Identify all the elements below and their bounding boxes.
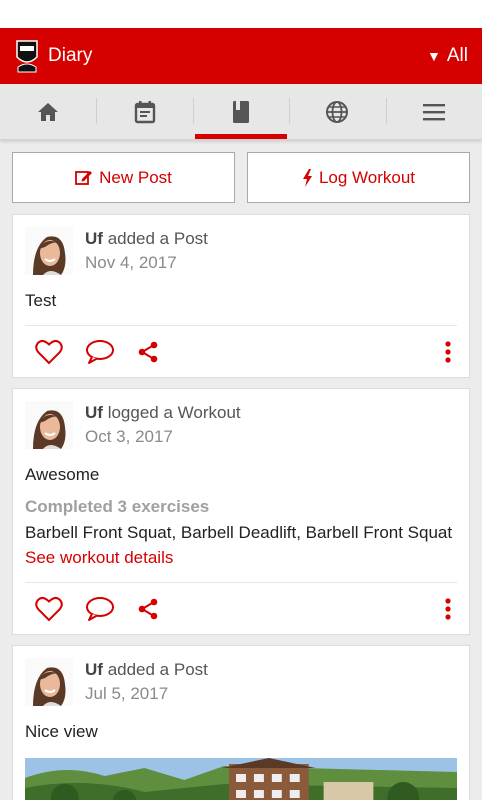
post-photo[interactable] <box>25 758 457 800</box>
feed-card: Uf logged a Workout Oct 3, 2017 Awesome … <box>12 388 470 635</box>
workout-details-link[interactable]: See workout details <box>25 548 457 568</box>
app-logo <box>14 37 40 75</box>
app-title: Diary <box>48 45 93 66</box>
more-options-button[interactable] <box>445 597 451 620</box>
like-button[interactable] <box>35 596 63 622</box>
log-workout-label: Log Workout <box>318 167 416 187</box>
like-button[interactable] <box>35 339 63 365</box>
exercises-list: Barbell Front Squat, Barbell Deadlift, B… <box>25 523 453 542</box>
post-action: logged a Workout <box>107 403 241 422</box>
post-author[interactable]: Uf <box>85 403 103 422</box>
post-author[interactable]: Uf <box>85 660 103 679</box>
triangle-down-icon: ▼ <box>427 48 441 64</box>
comment-button[interactable] <box>85 596 115 622</box>
log-workout-button[interactable]: Log Workout <box>247 152 470 203</box>
calendar-icon <box>134 100 155 123</box>
post-action: added a Post <box>107 660 208 679</box>
heart-icon <box>35 596 63 621</box>
diary-feed: Uf added a Post Nov 4, 2017 Test Uf logg… <box>12 214 470 800</box>
tab-bar <box>0 84 482 140</box>
post-action: added a Post <box>107 229 208 248</box>
post-text: Awesome <box>25 465 100 484</box>
share-button[interactable] <box>137 341 159 363</box>
more-vertical-icon <box>445 597 451 620</box>
tab-menu[interactable] <box>385 84 482 139</box>
comment-button[interactable] <box>85 339 115 365</box>
more-options-button[interactable] <box>445 340 451 363</box>
share-icon <box>138 341 158 362</box>
menu-icon <box>422 103 445 120</box>
card-actions <box>25 582 457 634</box>
comment-icon <box>86 339 114 364</box>
avatar[interactable] <box>25 658 73 706</box>
lightning-icon <box>302 168 312 187</box>
tab-calendar[interactable] <box>96 84 192 139</box>
avatar[interactable] <box>25 401 73 449</box>
status-bar <box>0 0 482 28</box>
feed-card: Uf added a Post Jul 5, 2017 Nice view <box>12 645 470 800</box>
card-actions <box>25 325 457 377</box>
exercises-summary: Completed 3 exercises <box>25 497 210 516</box>
edit-icon <box>75 171 93 185</box>
home-icon <box>38 102 59 121</box>
book-icon <box>233 100 250 123</box>
tab-home[interactable] <box>0 84 96 139</box>
post-text: Nice view <box>25 722 98 741</box>
more-vertical-icon <box>445 340 451 363</box>
tab-diary[interactable] <box>192 84 289 139</box>
post-date: Nov 4, 2017 <box>85 253 177 272</box>
avatar[interactable] <box>25 227 73 275</box>
post-author[interactable]: Uf <box>85 229 103 248</box>
new-post-button[interactable]: New Post <box>12 152 235 203</box>
share-icon <box>138 598 158 619</box>
post-text: Test <box>25 291 57 310</box>
filter-dropdown[interactable]: ▼ All <box>427 45 468 67</box>
post-date: Jul 5, 2017 <box>85 684 169 703</box>
feed-card: Uf added a Post Nov 4, 2017 Test <box>12 214 470 378</box>
heart-icon <box>35 339 63 364</box>
comment-icon <box>86 596 114 621</box>
share-button[interactable] <box>137 598 159 620</box>
app-bar: Diary ▼ All <box>0 28 482 84</box>
new-post-label: New Post <box>99 167 172 187</box>
filter-label: All <box>446 45 468 66</box>
action-bar: New Post Log Workout <box>0 140 482 203</box>
globe-icon <box>326 100 349 123</box>
tab-globe[interactable] <box>289 84 385 139</box>
post-date: Oct 3, 2017 <box>85 427 173 446</box>
